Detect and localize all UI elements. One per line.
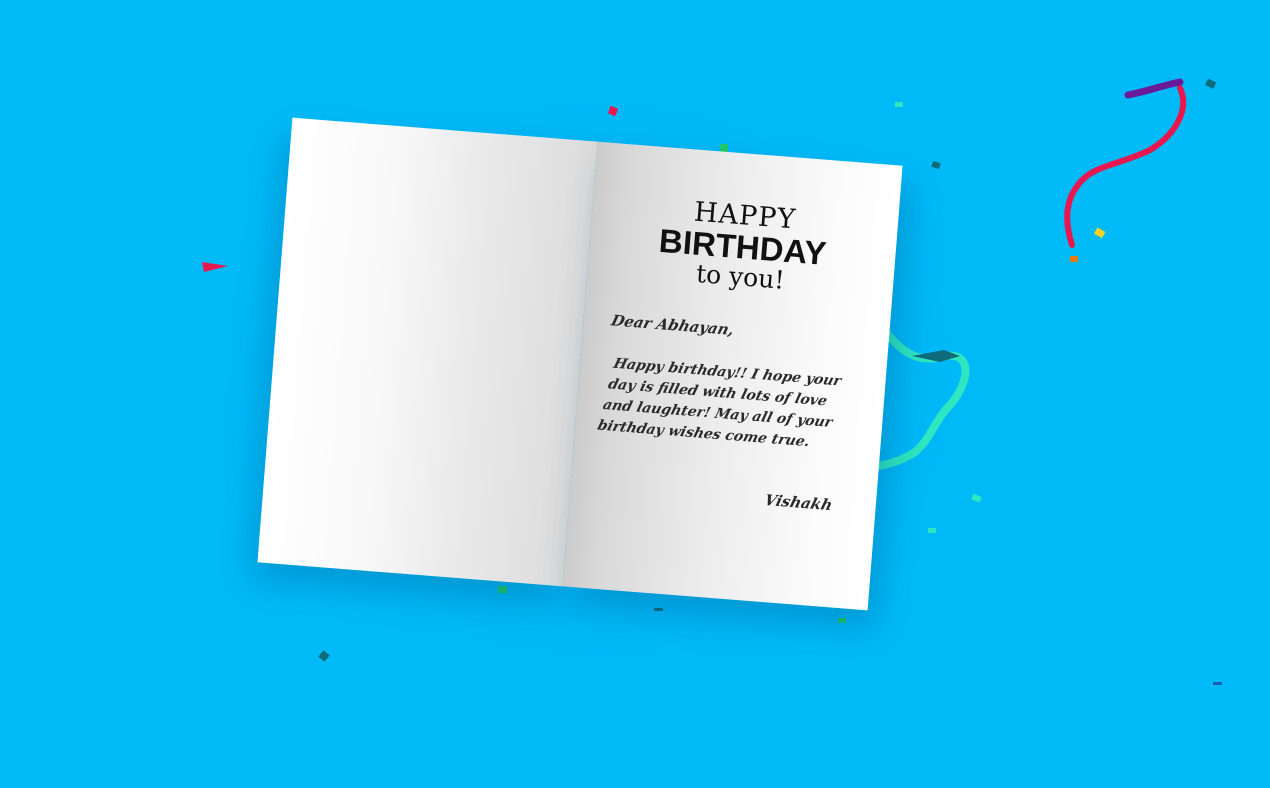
confetti-piece (654, 608, 663, 611)
purple-ribbon (1124, 78, 1184, 99)
confetti-piece (318, 650, 330, 662)
confetti-piece (1205, 78, 1217, 89)
card-title: HAPPY BIRTHDAY to you! (587, 190, 899, 304)
confetti-piece (607, 105, 619, 117)
confetti-piece (1070, 256, 1078, 262)
birthday-card: HAPPY BIRTHDAY to you! Dear Abhayan, Hap… (257, 117, 903, 611)
card-greeting: Dear Abhayan, (609, 311, 737, 339)
card-right-panel: HAPPY BIRTHDAY to you! Dear Abhayan, Hap… (562, 141, 903, 611)
red-ribbon (1064, 85, 1187, 248)
confetti-piece (838, 618, 846, 623)
confetti-piece (1213, 682, 1222, 685)
red-ribbon-tail (202, 262, 228, 272)
confetti-piece (931, 160, 941, 170)
card-signature: Vishakh (762, 491, 834, 515)
confetti-piece (895, 102, 903, 107)
confetti-piece (498, 586, 507, 593)
card-left-panel (257, 117, 598, 587)
confetti-piece (928, 528, 936, 533)
confetti-piece (1094, 227, 1106, 239)
confetti-piece (971, 493, 982, 503)
card-message: Happy birthday!! I hope your day is fill… (595, 355, 843, 451)
